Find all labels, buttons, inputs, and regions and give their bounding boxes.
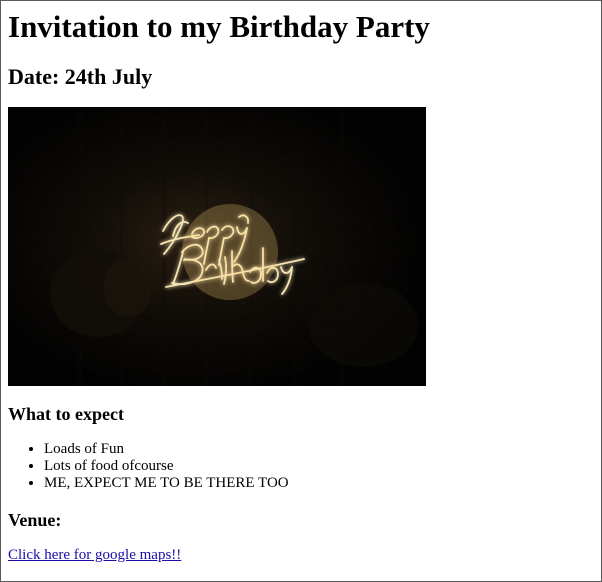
neon-birthday-image-art xyxy=(8,107,426,386)
expectation-item-me: ME, EXPECT ME TO BE THERE TOO xyxy=(44,475,289,492)
google-maps-link[interactable]: Click here for google maps!! xyxy=(8,547,181,564)
party-date: Date: 24th July xyxy=(8,64,153,89)
venue-heading: Venue: xyxy=(8,510,62,530)
page-title: Invitation to my Birthday Party xyxy=(8,9,430,44)
happy-birthday-image xyxy=(8,107,426,386)
expectation-list: Loads of Fun Lots of food ofcourse ME, E… xyxy=(8,441,289,492)
browser-page: Invitation to my Birthday Party Date: 24… xyxy=(0,0,602,582)
expectation-item-food: Lots of food ofcourse xyxy=(44,458,289,475)
expectation-item-fun: Loads of Fun xyxy=(44,441,289,458)
what-to-expect-heading: What to expect xyxy=(8,404,124,424)
